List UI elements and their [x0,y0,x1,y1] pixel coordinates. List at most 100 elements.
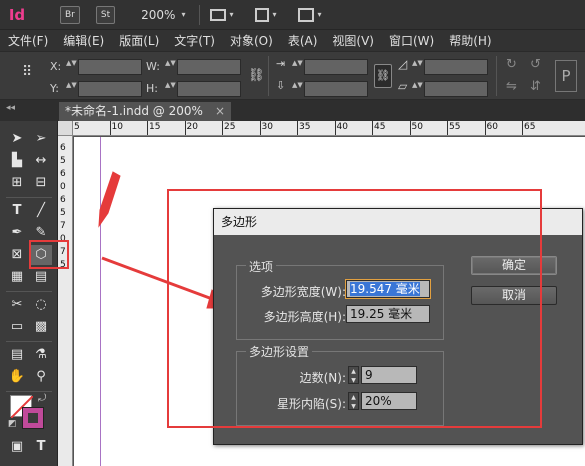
default-colors-icon[interactable]: ◩ [8,419,17,429]
formatting-container-icon[interactable]: ▣ [6,437,28,457]
divider [199,4,201,25]
rotate-spinner[interactable]: ▲▼ [412,59,423,75]
ruler-tick-label: 5 [60,208,66,218]
fill-stroke-swatch[interactable]: ⤾ ◩ [8,393,48,431]
shear-field[interactable] [424,81,488,97]
ruler-tick-label: 35 [299,122,311,132]
content-placer-icon[interactable]: ⊟ [30,173,52,193]
swap-colors-icon[interactable]: ⤾ [38,393,46,404]
note-tool-icon[interactable]: ▤ [6,345,28,365]
screen-mode-button[interactable]: ▾ [210,8,233,21]
menu-layout[interactable]: 版面(L) [119,32,159,49]
chevron-down-icon: ▾ [181,10,186,19]
constrain-proportions-icon[interactable]: ⛓ [248,68,265,83]
horizontal-ruler[interactable]: 5 10 15 20 25 30 35 40 45 50 55 60 65 [58,121,585,136]
gradient-swatch-tool-icon[interactable]: ▭ [6,317,28,337]
vertical-ruler[interactable]: 6560657075 [58,136,73,466]
scale-x-icon: ⇥ [276,57,286,70]
line-tool-icon[interactable]: ╱ [30,201,52,221]
divider [268,56,269,96]
flip-vertical-icon[interactable]: ⇵ [530,79,541,94]
direct-selection-tool-icon[interactable]: ➢ [30,129,52,149]
ruler-tick-label: 60 [486,122,498,132]
page-tool-icon[interactable]: ▙ [6,151,28,171]
bridge-button[interactable]: Br [60,5,80,24]
stroke-swatch[interactable] [22,407,44,429]
rectangle-frame-tool-icon[interactable]: ⊠ [6,245,28,265]
x-spinner[interactable]: ▲▼ [66,59,77,75]
ruler-tick-label: 5 [74,122,80,132]
table-tool-icon[interactable]: ▤ [30,267,52,287]
menu-type[interactable]: 文字(T) [174,32,215,49]
formatting-text-icon[interactable]: T [30,437,52,457]
h-field[interactable] [177,81,241,97]
divider [6,341,52,342]
stock-button[interactable]: St [95,5,116,24]
view-options-button[interactable]: ▾ [255,7,276,22]
content-collector-icon[interactable]: ⊞ [6,173,28,193]
button-tool-icon[interactable]: ▦ [6,267,28,287]
ruler-corner[interactable] [58,121,73,136]
x-field[interactable] [78,59,142,75]
menu-view[interactable]: 视图(V) [332,32,374,49]
close-icon[interactable]: × [215,102,225,121]
scale-y-spinner[interactable]: ▲▼ [292,81,303,97]
shear-spinner[interactable]: ▲▼ [412,81,423,97]
ruler-tick-label: 7 [60,221,66,231]
menu-help[interactable]: 帮助(H) [449,32,491,49]
menu-edit[interactable]: 编辑(E) [63,32,104,49]
eyedropper-tool-icon[interactable]: ⚗ [30,345,52,365]
flip-indicator: P [555,60,577,92]
ruler-tick-label: 40 [336,122,348,132]
y-field[interactable] [78,81,142,97]
scale-y-field[interactable] [304,81,368,97]
scale-y-icon: ⇩ [276,79,286,92]
zoom-tool-icon[interactable]: ⚲ [30,367,52,387]
ruler-tick-label: 20 [186,122,198,132]
w-spinner[interactable]: ▲▼ [165,59,176,75]
menu-file[interactable]: 文件(F) [8,32,48,49]
ruler-tick [409,121,411,135]
ruler-tick [259,121,261,135]
menu-table[interactable]: 表(A) [288,32,318,49]
ruler-tick-label: 0 [60,182,66,192]
pen-tool-icon[interactable]: ✒ [6,223,28,243]
hand-tool-icon[interactable]: ✋ [6,367,28,387]
flip-horizontal-icon[interactable]: ⇋ [506,79,517,94]
ruler-tick [109,121,111,135]
w-field[interactable] [177,59,241,75]
divider [6,197,52,198]
ruler-tick-label: 10 [111,122,123,132]
ruler-tick [334,121,336,135]
menu-object[interactable]: 对象(O) [230,32,273,49]
type-tool-icon[interactable]: T [6,201,28,221]
ruler-tick [297,121,298,135]
ruler-tick-label: 6 [60,195,66,205]
h-spinner[interactable]: ▲▼ [165,81,176,97]
gap-tool-icon[interactable]: ↔ [30,151,52,171]
zoom-level-dropdown[interactable]: 200% ▾ [141,8,185,22]
rotate-field[interactable] [424,59,488,75]
ruler-tick-label: 55 [449,122,461,132]
scale-x-field[interactable] [304,59,368,75]
collapse-panel-icon[interactable]: ◂◂ [6,103,15,113]
selection-tool-icon[interactable]: ➤ [6,129,28,149]
scale-x-spinner[interactable]: ▲▼ [292,59,303,75]
y-label: Y: [50,82,59,95]
rotate-counterclockwise-icon[interactable]: ↺ [530,57,541,72]
document-tab[interactable]: *未命名-1.indd @ 200% × [59,102,231,121]
scissors-tool-icon[interactable]: ✂ [6,295,28,315]
annotation-box-dialog [167,189,542,428]
app-bar: Id Br St 200% ▾ ▾ ▾ ▾ [0,0,585,30]
page-margin-guide [100,137,101,466]
gradient-feather-tool-icon[interactable]: ▩ [30,317,52,337]
y-spinner[interactable]: ▲▼ [66,81,77,97]
free-transform-tool-icon[interactable]: ◌ [30,295,52,315]
constrain-scale-button[interactable]: ⛓ [374,64,392,88]
menu-window[interactable]: 窗口(W) [389,32,434,49]
reference-point-icon[interactable]: ⠿ [22,64,32,80]
arrange-documents-button[interactable]: ▾ [298,7,322,22]
rotate-clockwise-icon[interactable]: ↻ [506,57,517,72]
ruler-tick-label: 25 [224,122,236,132]
screen-mode-icon [210,8,227,21]
